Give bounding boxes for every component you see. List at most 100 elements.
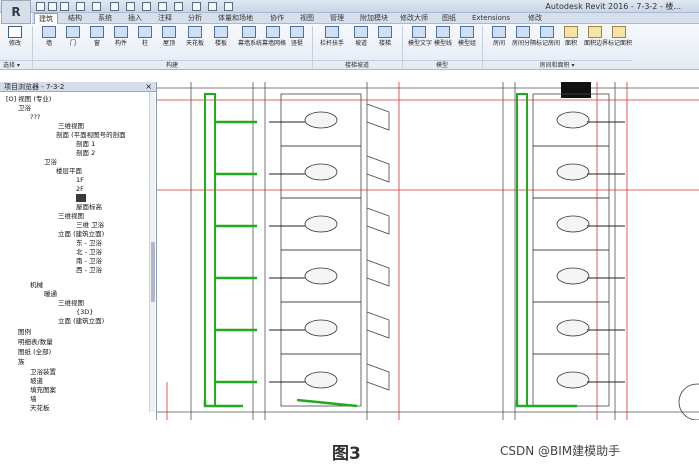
tree-node[interactable]: 墙 (30, 395, 37, 403)
tree-node[interactable]: 族 (18, 358, 25, 366)
tree-node[interactable]: 三维 卫浴 (76, 221, 104, 229)
print-icon[interactable] (110, 2, 119, 11)
figure-caption: 图3 (332, 444, 361, 464)
room-separator-button[interactable]: 房间分隔 (512, 26, 536, 58)
tab-annotate[interactable]: 注释 (158, 13, 172, 24)
column-button[interactable]: 柱 (134, 26, 156, 58)
tree-node[interactable]: 填充图案 (30, 386, 56, 394)
redo-icon[interactable] (92, 2, 101, 11)
model-line-button[interactable]: 模型线 (432, 26, 454, 58)
tree-node[interactable]: 卫浴 (44, 158, 57, 166)
tree-node[interactable]: 1F (76, 176, 84, 184)
dimension-icon[interactable] (142, 2, 151, 11)
tree-node[interactable]: 屋面标高 (76, 203, 102, 211)
ceiling-button[interactable]: 天花板 (182, 26, 208, 58)
tag-area-button[interactable]: 标记面积 (608, 26, 632, 58)
floor-button[interactable]: 楼板 (210, 26, 232, 58)
tab-structure[interactable]: 结构 (68, 13, 82, 24)
tree-node[interactable]: 剖面 1 (76, 140, 95, 148)
browser-scrollbar[interactable] (149, 92, 155, 412)
tree-node[interactable]: 立面 (建筑立面) (58, 230, 104, 238)
quick-access-toolbar: Autodesk Revit 2016 - 7-3-2 - 楼... (0, 0, 699, 13)
tab-view[interactable]: 视图 (300, 13, 314, 24)
stair-button[interactable]: 楼梯 (374, 26, 396, 58)
project-browser: 项目浏览器 - 7-3-2 × [O] 视图 (专业) 卫浴 ??? 三维视图 … (0, 82, 157, 420)
area-button[interactable]: 面积 (560, 26, 582, 58)
tree-node[interactable]: 北 - 卫浴 (76, 248, 102, 256)
tree-node[interactable]: [O] 视图 (专业) (6, 95, 51, 103)
tab-manage[interactable]: 管理 (330, 13, 344, 24)
tree-node[interactable]: 机械 (30, 281, 43, 289)
section-icon[interactable] (192, 2, 201, 11)
modify-button[interactable]: 修改 (2, 26, 28, 58)
stair-icon (378, 26, 392, 38)
tree-node[interactable]: 三维视图 (58, 212, 84, 220)
thin-lines-icon[interactable] (208, 2, 217, 11)
component-button[interactable]: 构件 (110, 26, 132, 58)
scrollbar-thumb[interactable] (151, 242, 155, 302)
close-icon[interactable]: × (145, 82, 152, 92)
tree-node[interactable]: 立面 (建筑立面) (58, 317, 104, 325)
level-marker (678, 383, 699, 420)
tree-node-selected[interactable] (76, 194, 86, 202)
tree-node[interactable]: 剖面 2 (76, 149, 95, 157)
tree-node[interactable]: 明细表/数量 (18, 338, 53, 346)
undo-icon[interactable] (76, 2, 85, 11)
tree-node[interactable]: 剖面 (平面视图号的剖面 (56, 131, 126, 139)
door-button[interactable]: 门 (62, 26, 84, 58)
roof-button[interactable]: 屋顶 (158, 26, 180, 58)
tree-node[interactable]: 卫浴装置 (30, 368, 56, 376)
tree-node[interactable]: ??? (30, 113, 40, 121)
3d-view-icon[interactable] (174, 2, 183, 11)
tree-node[interactable]: 西 - 卫浴 (76, 266, 102, 274)
application-menu-button[interactable]: R (1, 0, 31, 24)
tree-node[interactable]: 天花板 (30, 404, 50, 412)
open-icon[interactable] (36, 2, 45, 11)
tree-node[interactable]: {3D} (76, 308, 93, 316)
tab-extensions[interactable]: Extensions (472, 13, 510, 24)
tag-room-button[interactable]: 标记房间 (536, 26, 560, 58)
wall-button[interactable]: 墙 (38, 26, 60, 58)
tree-node[interactable]: 东 - 卫浴 (76, 239, 102, 247)
tree-node[interactable]: 三维视图 (58, 122, 84, 130)
tag-room-icon (540, 26, 554, 38)
curtain-grid-button[interactable]: 幕墙网格 (262, 26, 286, 58)
curtain-system-button[interactable]: 幕墙系统 (238, 26, 262, 58)
tree-node[interactable]: 图纸 (全部) (18, 348, 51, 356)
tab-systems[interactable]: 系统 (98, 13, 112, 24)
save-icon[interactable] (48, 2, 57, 11)
tree-node[interactable]: 2F (76, 185, 84, 193)
mullion-button[interactable]: 竖梃 (286, 26, 308, 58)
model-text-button[interactable]: 模型文字 (408, 26, 432, 58)
tree-node[interactable]: 暖通 (44, 290, 57, 298)
tree-node[interactable]: 图例 (18, 328, 31, 336)
tab-addins[interactable]: 附加模块 (360, 13, 388, 24)
railing-button[interactable]: 栏杆扶手 (318, 26, 346, 58)
ribbon-panel: 修改 墙 门 窗 构件 柱 屋顶 天花板 楼板 幕墙系统 幕墙网格 竖梃 栏杆扶… (0, 24, 699, 70)
tab-insert[interactable]: 插入 (128, 13, 142, 24)
tab-analyze[interactable]: 分析 (188, 13, 202, 24)
sync-icon[interactable] (60, 2, 69, 11)
tab-modify[interactable]: 修改 (528, 13, 542, 24)
tab-modify-master[interactable]: 修改大师 (400, 13, 428, 24)
panel-select[interactable]: 选择 ▾ (0, 60, 32, 69)
tree-node[interactable]: 三维视图 (58, 299, 84, 307)
tree-node[interactable]: 卫浴 (18, 104, 31, 112)
close-hidden-icon[interactable] (224, 2, 233, 11)
area-boundary-button[interactable]: 面积边界 (584, 26, 608, 58)
room-button[interactable]: 房间 (488, 26, 510, 58)
tab-massing-site[interactable]: 体量和场地 (218, 13, 253, 24)
drawing-canvas[interactable] (157, 82, 699, 420)
window-button[interactable]: 窗 (86, 26, 108, 58)
tab-collaborate[interactable]: 协作 (270, 13, 284, 24)
tab-architecture[interactable]: 建筑 (34, 13, 58, 24)
panel-room-area[interactable]: 房间和面积 ▾ (482, 60, 632, 69)
ramp-button[interactable]: 坡道 (350, 26, 372, 58)
measure-icon[interactable] (126, 2, 135, 11)
tree-node[interactable]: 楼层平面 (56, 167, 82, 175)
tree-node[interactable]: 坡道 (30, 377, 43, 385)
tree-node[interactable]: 南 - 卫浴 (76, 257, 102, 265)
model-group-button[interactable]: 模型组 (456, 26, 478, 58)
text-icon[interactable] (158, 2, 167, 11)
tab-sheets[interactable]: 图纸 (442, 13, 456, 24)
